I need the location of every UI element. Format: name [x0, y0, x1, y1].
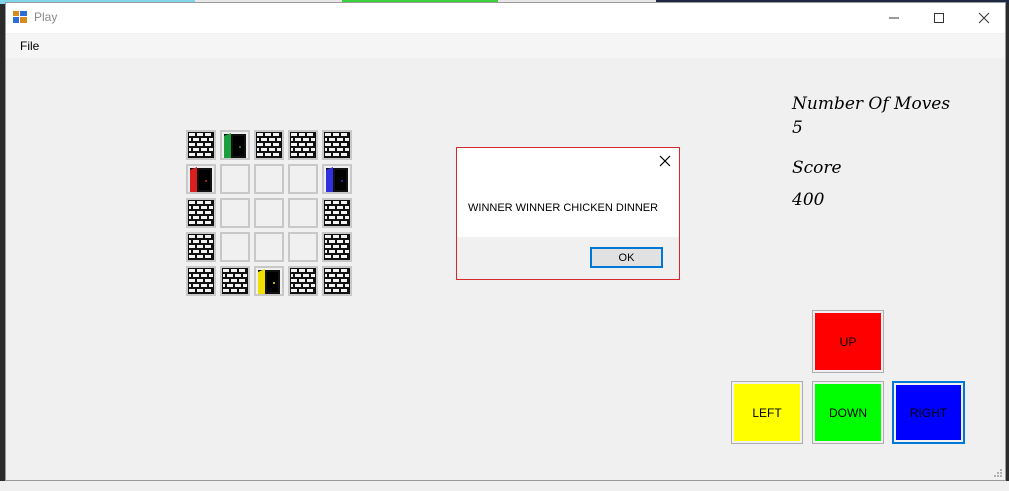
menu-bar: File: [6, 34, 1005, 58]
door-icon: [324, 166, 350, 192]
board-cell-wall: [322, 198, 352, 228]
door-icon: [256, 268, 282, 294]
window-title: Play: [34, 10, 58, 24]
up-button[interactable]: UP: [812, 310, 884, 373]
board-cell-empty: [288, 232, 318, 262]
wall-icon: [188, 268, 214, 294]
door-icon: [222, 132, 248, 158]
door-icon: [188, 166, 214, 192]
wall-icon: [324, 234, 350, 260]
board-cell-wall: [288, 130, 318, 160]
board-cell-empty: [254, 198, 284, 228]
wall-icon: [188, 200, 214, 226]
wall-icon: [324, 132, 350, 158]
close-icon: [978, 12, 989, 24]
minimize-icon: [888, 17, 899, 19]
board-cell-wall: [322, 266, 352, 296]
board-cell-door-green: [220, 130, 250, 160]
down-label: DOWN: [829, 405, 867, 420]
wall-icon: [324, 268, 350, 294]
background-fragment: [0, 481, 1009, 491]
board-cell-empty: [220, 198, 250, 228]
wall-icon: [290, 132, 316, 158]
board-cell-wall: [220, 266, 250, 296]
left-label: LEFT: [752, 405, 782, 420]
board-cell-wall: [186, 130, 216, 160]
board-cell-wall: [186, 266, 216, 296]
ok-button[interactable]: OK: [590, 247, 663, 268]
score-value: 400: [792, 190, 825, 210]
right-button[interactable]: RIGHT: [892, 381, 965, 444]
left-button[interactable]: LEFT: [731, 381, 803, 444]
board-cell-empty: [288, 198, 318, 228]
wall-icon: [256, 132, 282, 158]
board-cell-empty: [288, 164, 318, 194]
up-label: UP: [839, 334, 857, 349]
score-label: Score: [792, 158, 842, 178]
board-cell-empty: [254, 232, 284, 262]
wall-icon: [188, 132, 214, 158]
board-cell-wall: [322, 130, 352, 160]
board-cell-empty: [220, 232, 250, 262]
minimize-button[interactable]: [871, 3, 916, 33]
menu-file[interactable]: File: [20, 39, 39, 53]
board-cell-wall: [186, 232, 216, 262]
moves-value: 5: [792, 118, 803, 138]
board-cell-wall: [322, 232, 352, 262]
resize-grip-icon[interactable]: [993, 468, 1003, 478]
wall-icon: [290, 268, 316, 294]
close-button[interactable]: [961, 3, 1006, 33]
moves-label: Number Of Moves: [792, 94, 951, 114]
board-cell-door-red: [186, 164, 216, 194]
message-dialog: WINNER WINNER CHICKEN DINNER OK: [456, 147, 680, 280]
wall-icon: [188, 234, 214, 260]
wall-icon: [222, 268, 248, 294]
right-label: RIGHT: [909, 405, 948, 420]
down-button[interactable]: DOWN: [812, 381, 884, 444]
board-cell-wall: [186, 198, 216, 228]
app-icon: [13, 11, 27, 23]
dialog-close-icon[interactable]: [657, 153, 673, 169]
board-cell-empty: [254, 164, 284, 194]
maximize-button[interactable]: [916, 3, 961, 33]
board-cell-door-yellow: [254, 266, 284, 296]
board-cell-empty: [220, 164, 250, 194]
title-bar: Play: [6, 3, 1005, 33]
wall-icon: [324, 200, 350, 226]
board-cell-wall: [254, 130, 284, 160]
dialog-message: WINNER WINNER CHICKEN DINNER: [468, 202, 659, 214]
maximize-icon: [933, 13, 944, 23]
board-cell-wall: [288, 266, 318, 296]
board-cell-door-blue: [322, 164, 352, 194]
